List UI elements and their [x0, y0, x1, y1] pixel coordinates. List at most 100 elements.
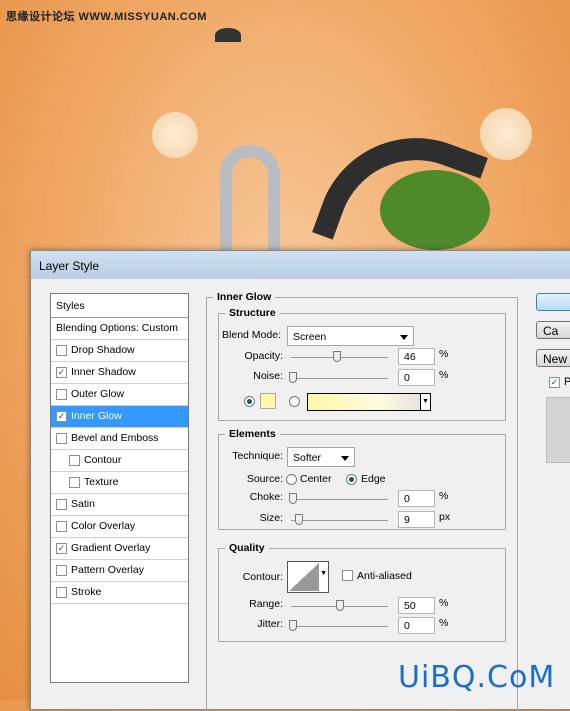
style-item-label: Inner Shadow	[71, 366, 136, 378]
jitter-slider[interactable]	[289, 620, 388, 631]
uibq-logo: UiBQ.CoM	[398, 660, 556, 695]
style-item-inner-glow[interactable]: ✓ Inner Glow	[51, 406, 188, 428]
source-label: Source:	[246, 473, 283, 485]
preview-label: P	[564, 376, 570, 388]
range-label: Range:	[249, 598, 283, 610]
artwork-pipes	[220, 145, 280, 255]
style-item-label: Pattern Overlay	[71, 564, 144, 576]
range-slider[interactable]	[291, 600, 388, 611]
layer-style-dialog: Layer Style Styles Blending Options: Cus…	[30, 250, 570, 711]
styles-list: Styles Blending Options: Custom Drop Sha…	[50, 293, 189, 683]
source-edge-radio[interactable]	[346, 474, 357, 485]
artwork-trees	[380, 170, 490, 250]
noise-label: Noise:	[253, 370, 283, 382]
inner-glow-title: Inner Glow	[217, 291, 272, 303]
anti-aliased-checkbox[interactable]	[342, 570, 353, 581]
quality-title: Quality	[229, 542, 265, 554]
dialog-title: Layer Style	[31, 251, 570, 279]
style-item-satin[interactable]: Satin	[51, 494, 188, 516]
glow-color-swatch[interactable]	[260, 393, 276, 409]
technique-select[interactable]: Softer	[287, 447, 355, 467]
blend-mode-label: Blend Mode:	[222, 329, 281, 341]
style-item-label: Color Overlay	[71, 520, 136, 532]
style-checkbox[interactable]: ✓	[56, 367, 67, 378]
style-preview-thumbnail	[546, 397, 570, 463]
style-checkbox[interactable]	[56, 345, 67, 356]
style-item-label: Bevel and Emboss	[71, 432, 159, 444]
style-item-label: Drop Shadow	[71, 344, 135, 356]
jitter-slider-thumb[interactable]	[289, 620, 297, 631]
style-item-texture[interactable]: Texture	[51, 472, 188, 494]
style-item-bevel-and-emboss[interactable]: Bevel and Emboss	[51, 428, 188, 450]
range-slider-thumb[interactable]	[336, 600, 344, 611]
style-item-label: Inner Glow	[71, 410, 122, 422]
noise-slider-thumb[interactable]	[289, 372, 297, 383]
style-item-stroke[interactable]: Stroke	[51, 582, 188, 604]
cancel-button[interactable]: Ca	[536, 321, 570, 339]
style-checkbox[interactable]: ✓	[56, 411, 67, 422]
style-checkbox[interactable]	[56, 433, 67, 444]
noise-slider[interactable]	[289, 372, 388, 383]
styles-header[interactable]: Styles	[51, 294, 188, 318]
contour-label: Contour:	[242, 571, 283, 583]
gradient-dropdown-icon[interactable]: ▼	[420, 394, 430, 410]
style-item-contour[interactable]: Contour	[51, 450, 188, 472]
ok-button[interactable]	[536, 293, 570, 311]
contour-picker[interactable]: ▼	[287, 561, 329, 593]
jitter-unit: %	[439, 617, 449, 629]
opacity-input[interactable]: 46	[398, 348, 435, 365]
opacity-unit: %	[439, 348, 449, 360]
anti-aliased-label: Anti-aliased	[357, 570, 412, 582]
elements-title: Elements	[229, 428, 276, 440]
jitter-input[interactable]: 0	[398, 617, 435, 634]
noise-input[interactable]: 0	[398, 369, 435, 386]
style-checkbox[interactable]	[56, 499, 67, 510]
choke-slider[interactable]	[289, 493, 388, 504]
size-unit: px	[439, 511, 451, 523]
gradient-radio[interactable]	[289, 396, 300, 407]
style-checkbox[interactable]	[69, 455, 80, 466]
artwork-bird	[215, 28, 241, 42]
choke-input[interactable]: 0	[398, 490, 435, 507]
source-center-radio[interactable]	[286, 474, 297, 485]
range-input[interactable]: 50	[398, 597, 435, 614]
preview-checkbox[interactable]: ✓	[549, 377, 560, 388]
style-item-label: Contour	[84, 454, 122, 466]
artwork-glow-orb-left	[152, 112, 198, 158]
source-center-label: Center	[300, 473, 332, 485]
technique-label: Technique:	[232, 450, 283, 462]
range-unit: %	[439, 597, 449, 609]
style-checkbox[interactable]	[56, 565, 67, 576]
size-slider[interactable]	[291, 514, 388, 525]
size-slider-thumb[interactable]	[295, 514, 303, 525]
style-item-inner-shadow[interactable]: ✓ Inner Shadow	[51, 362, 188, 384]
artwork-glow-orb-right	[480, 108, 532, 160]
style-item-pattern-overlay[interactable]: Pattern Overlay	[51, 560, 188, 582]
style-checkbox[interactable]	[56, 587, 67, 598]
style-checkbox[interactable]	[56, 521, 67, 532]
new-style-button[interactable]: New	[536, 349, 570, 367]
style-item-color-overlay[interactable]: Color Overlay	[51, 516, 188, 538]
size-label: Size:	[259, 512, 283, 524]
style-checkbox[interactable]	[56, 389, 67, 400]
blend-mode-select[interactable]: Screen	[287, 326, 414, 346]
choke-unit: %	[439, 490, 449, 502]
choke-slider-thumb[interactable]	[289, 493, 297, 504]
size-input[interactable]: 9	[398, 511, 435, 528]
style-item-outer-glow[interactable]: Outer Glow	[51, 384, 188, 406]
jitter-label: Jitter:	[257, 618, 283, 630]
style-item-label: Outer Glow	[71, 388, 125, 400]
solid-color-radio[interactable]	[244, 396, 255, 407]
style-item-label: Texture	[84, 476, 119, 488]
opacity-label: Opacity:	[244, 350, 283, 362]
style-checkbox[interactable]: ✓	[56, 543, 67, 554]
noise-unit: %	[439, 369, 449, 381]
contour-dropdown-icon[interactable]: ▼	[320, 570, 327, 577]
blending-options[interactable]: Blending Options: Custom	[51, 318, 188, 340]
opacity-slider-thumb[interactable]	[333, 351, 341, 362]
gradient-picker[interactable]: ▼	[307, 393, 431, 411]
opacity-slider[interactable]	[291, 351, 388, 362]
style-item-gradient-overlay[interactable]: ✓ Gradient Overlay	[51, 538, 188, 560]
style-item-drop-shadow[interactable]: Drop Shadow	[51, 340, 188, 362]
style-checkbox[interactable]	[69, 477, 80, 488]
